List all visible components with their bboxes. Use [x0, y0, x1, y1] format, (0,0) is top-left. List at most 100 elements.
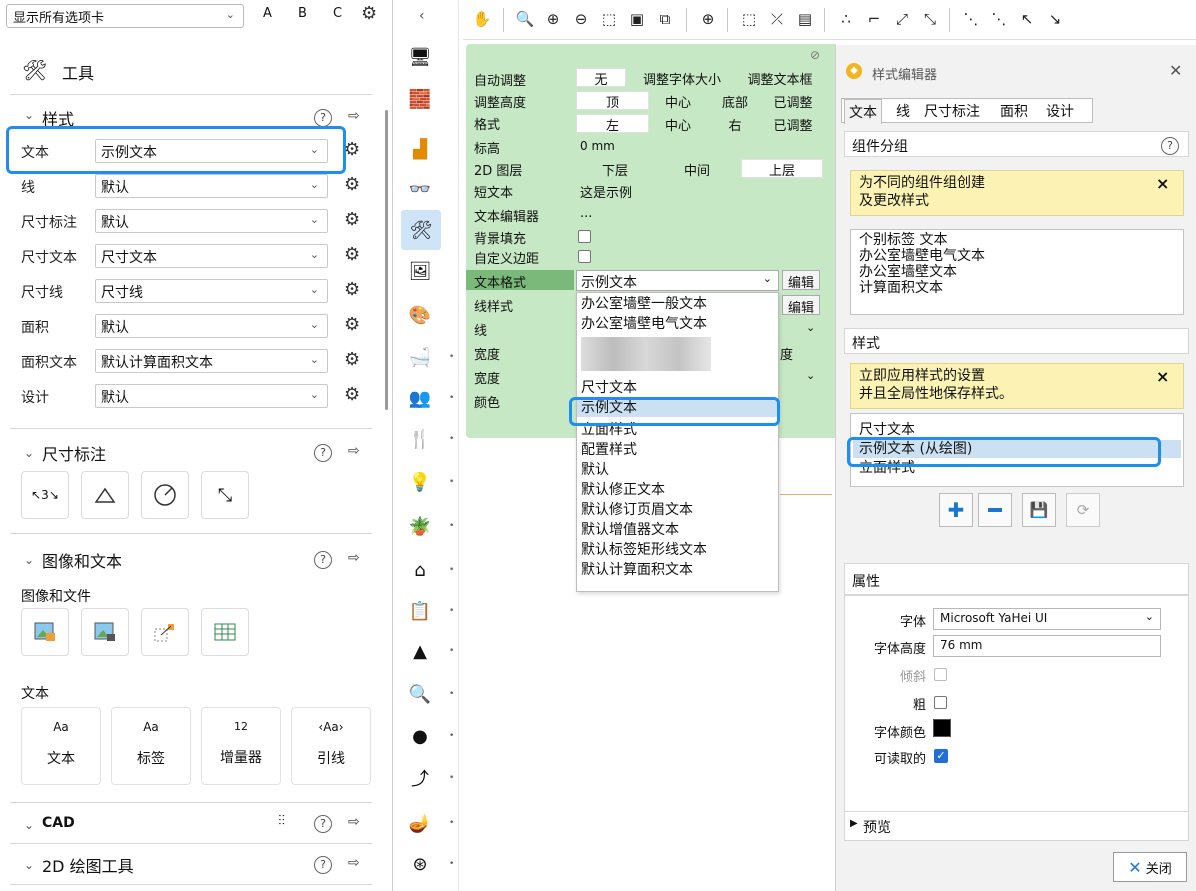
inspect-icon[interactable]: 🔍	[407, 681, 433, 707]
clipboard-icon[interactable]: 📋	[407, 598, 433, 624]
font-dropdown[interactable]: Microsoft YaHei UI ⌄	[933, 608, 1161, 630]
help-icon[interactable]: ?	[314, 551, 332, 569]
list-item[interactable]: 尺寸文本	[859, 422, 1175, 438]
auto-adjust-box-option[interactable]: 调整文本框	[736, 69, 824, 88]
undock-icon[interactable]: ⇨	[348, 443, 360, 459]
point-move-icon[interactable]: ⤢	[889, 6, 915, 32]
cone-icon[interactable]: ▲	[407, 638, 433, 664]
dropdown-item[interactable]: 默认标签矩形线文本	[581, 541, 707, 559]
format-right-option[interactable]: 右	[707, 115, 763, 134]
list-item[interactable]: 办公室墙壁文本	[859, 264, 1175, 280]
tab-design[interactable]: 设计	[1042, 99, 1078, 123]
undock-icon[interactable]: ⇨	[348, 550, 360, 566]
computer-icon[interactable]: 🖥	[407, 44, 433, 70]
text-tool-button[interactable]: Aa 文本	[21, 707, 101, 785]
chevron-down-icon[interactable]: ⌄	[806, 321, 815, 334]
collapse-chevron-icon[interactable]: ⌄	[24, 446, 34, 460]
dropdown-item[interactable]: 配置样式	[581, 441, 637, 459]
text-format-dropdown[interactable]: 示例文本 ⌄	[576, 270, 779, 291]
dropdown-item[interactable]: 尺寸文本	[581, 379, 637, 397]
lightbulb-icon[interactable]: 💡	[407, 469, 433, 495]
lamp-icon[interactable]: 🪔	[407, 810, 433, 836]
picture-frame-icon[interactable]: 🖼	[407, 258, 433, 284]
line-dots-icon[interactable]: ⋱	[958, 6, 984, 32]
label-tool-button[interactable]: Aa 标签	[111, 707, 191, 785]
tab-dimension[interactable]: 尺寸标注	[920, 99, 984, 123]
collapse-chevron-icon[interactable]: ⌄	[24, 858, 34, 872]
collapse-chevron-icon[interactable]: ⌄	[24, 818, 34, 832]
help-icon[interactable]: ?	[1161, 137, 1179, 155]
elevation-value[interactable]: 0 mm	[580, 139, 615, 153]
glasses-icon[interactable]: 👓	[407, 176, 433, 202]
list-item[interactable]: 个别标签 文本	[859, 232, 1175, 248]
line-dash-icon[interactable]: ⋱	[986, 6, 1012, 32]
gear-icon[interactable]: ⚙	[344, 384, 360, 405]
hide-eye-icon[interactable]: ⊘	[810, 48, 820, 62]
dimension-style-dropdown[interactable]: 默认 ⌄	[95, 209, 328, 233]
undock-icon[interactable]: ⇨	[348, 108, 360, 124]
text-editor-button[interactable]: ...	[580, 206, 592, 221]
bg-fill-checkbox[interactable]	[578, 230, 591, 243]
insert-image-plane-button[interactable]	[81, 608, 129, 656]
point-scale-icon[interactable]: ⤡	[917, 6, 943, 32]
font-color-swatch[interactable]	[933, 719, 951, 737]
list-item[interactable]: 办公室墙壁电气文本	[859, 248, 1175, 264]
italic-checkbox[interactable]	[934, 668, 947, 681]
gear-icon[interactable]: ⚙	[344, 349, 360, 370]
tools-icon[interactable]: 🛠	[401, 210, 441, 250]
select-icon[interactable]: ⬚	[736, 6, 762, 32]
text-format-edit-button[interactable]: 编辑	[782, 270, 821, 291]
text-style-dropdown[interactable]: 示例文本 ⌄	[95, 139, 328, 163]
radius-dimension-button[interactable]	[141, 471, 189, 519]
deselect-icon[interactable]: ⤫	[764, 6, 790, 32]
list-item[interactable]: 计算面积文本	[859, 280, 1175, 296]
preview-header[interactable]: ▶ 预览	[844, 811, 1189, 841]
wall-icon[interactable]: 🧱	[407, 86, 433, 112]
letter-a-button[interactable]: A	[263, 6, 272, 21]
insert-image-button[interactable]	[21, 608, 69, 656]
dropdown-item[interactable]: 默认修订页眉文本	[581, 501, 693, 519]
fan-icon[interactable]: ⊛	[407, 851, 433, 877]
help-icon[interactable]: ?	[314, 815, 332, 833]
settings-gear-icon[interactable]: ⚙	[361, 3, 377, 24]
diagonal-dimension-button[interactable]: ⤡	[201, 471, 249, 519]
height-center-option[interactable]: 中心	[649, 92, 707, 111]
zoom-icon[interactable]: 🔍	[512, 6, 538, 32]
house-icon[interactable]: ⌂	[407, 557, 433, 583]
snap-icon[interactable]: ⊕	[695, 6, 721, 32]
design-style-dropdown[interactable]: 默认 ⌄	[95, 384, 328, 408]
refresh-style-button[interactable]: ⟳	[1066, 493, 1100, 527]
collapse-chevron-icon[interactable]: ⌄	[24, 553, 34, 567]
readable-checkbox[interactable]: ✓	[934, 749, 948, 763]
help-icon[interactable]: ?	[314, 856, 332, 874]
gear-icon[interactable]: ⚙	[344, 314, 360, 335]
format-left-option[interactable]: 左	[576, 114, 649, 134]
brand-icon[interactable]: ●	[407, 723, 433, 749]
dimension-text-dropdown[interactable]: 尺寸文本 ⌄	[95, 244, 328, 268]
zoom-out-icon[interactable]: ⊖	[568, 6, 594, 32]
undock-icon[interactable]: ⇨	[348, 814, 360, 830]
tab-area[interactable]: 面积	[996, 99, 1032, 123]
bold-checkbox[interactable]	[934, 696, 947, 709]
collapse-chevron-icon[interactable]: ⌄	[24, 108, 34, 122]
angle-dimension-button[interactable]	[81, 471, 129, 519]
group-list[interactable]: 个别标签 文本 办公室墙壁电气文本 办公室墙壁文本 计算面积文本	[850, 229, 1184, 315]
format-justified-option[interactable]: 已调整	[763, 115, 823, 134]
table-button[interactable]	[201, 608, 249, 656]
auto-adjust-none-option[interactable]: 无	[576, 68, 626, 88]
dropdown-item[interactable]: 默认计算面积文本	[581, 561, 693, 579]
kitchen-tools-icon[interactable]: 🍴	[407, 426, 433, 452]
tab-text[interactable]: 文本	[844, 99, 882, 124]
gear-icon[interactable]: ⚙	[344, 244, 360, 265]
resize-image-button[interactable]	[141, 608, 189, 656]
layer-middle-option[interactable]: 中间	[656, 160, 738, 179]
paint-icon[interactable]: 🎨	[407, 302, 433, 328]
close-icon[interactable]: ✕	[1169, 61, 1182, 80]
gear-icon[interactable]: ⚙	[344, 139, 360, 160]
zoom-in-icon[interactable]: ⊕	[540, 6, 566, 32]
lamp-arm-icon[interactable]: ⤴	[407, 765, 433, 791]
dropdown-item[interactable]: 办公室墙壁一般文本	[581, 295, 707, 313]
gear-icon[interactable]: ⚙	[344, 209, 360, 230]
hand-pan-icon[interactable]: ✋	[469, 6, 495, 32]
zoom-window-icon[interactable]: ⬚	[596, 6, 622, 32]
